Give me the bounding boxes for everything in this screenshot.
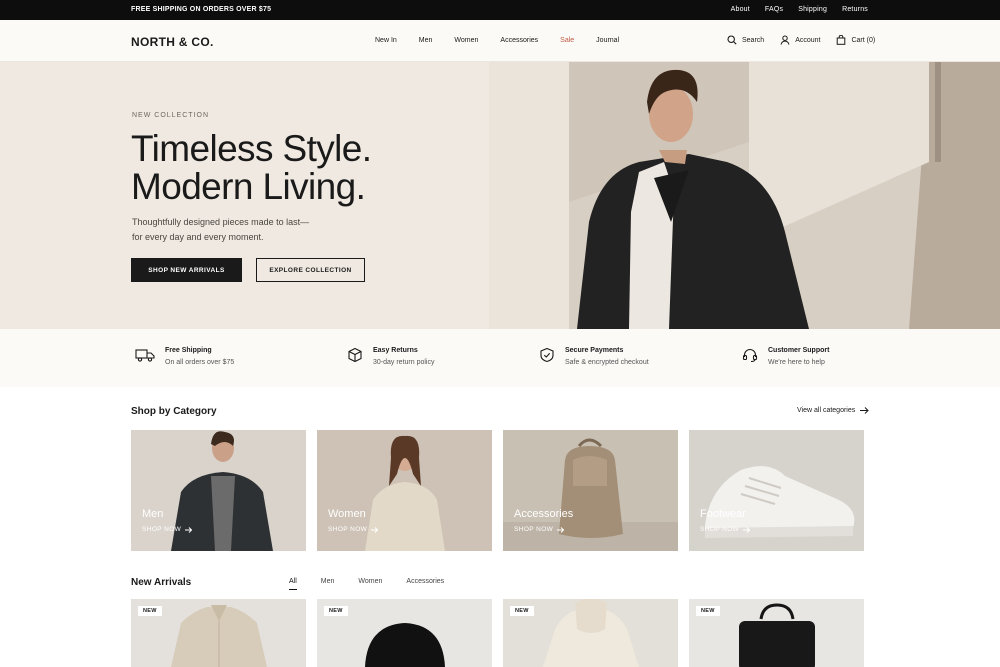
tab-women[interactable]: Women <box>358 578 382 590</box>
link-shipping[interactable]: Shipping <box>798 6 827 13</box>
shop-now-link[interactable]: SHOP NOW <box>700 526 751 533</box>
bag-icon <box>837 35 846 45</box>
tab-accessories[interactable]: Accessories <box>406 578 444 590</box>
arrow-right-icon <box>371 526 379 533</box>
menu-women[interactable]: Women <box>454 37 478 44</box>
arrivals-filter-tabs: All Men Women Accessories <box>289 578 468 590</box>
view-all-categories-link[interactable]: View all categories <box>797 407 869 414</box>
feature-subtitle: We're here to help <box>768 359 825 366</box>
menu-men[interactable]: Men <box>419 37 433 44</box>
cart-label: Cart (0) <box>851 36 876 44</box>
main-header: NORTH & CO. New In Men Women Accessories… <box>0 20 1000 62</box>
shop-now-label: SHOP NOW <box>700 526 740 533</box>
feature-title: Secure Payments <box>565 347 624 354</box>
feature-title: Easy Returns <box>373 347 418 354</box>
main-menu: New In Men Women Accessories Sale Journa… <box>375 37 641 44</box>
brand-logo[interactable]: NORTH & CO. <box>131 35 214 49</box>
category-label: Footwear <box>700 508 746 520</box>
arrivals-section-title: New Arrivals <box>131 577 192 588</box>
hero-headline: Timeless Style. Modern Living. <box>131 128 372 207</box>
feature-customer-support: Customer Support We're here to help <box>742 347 829 366</box>
box-icon <box>348 347 362 363</box>
hero-subtitle: Thoughtfully designed pieces made to las… <box>132 215 332 245</box>
shop-now-link[interactable]: SHOP NOW <box>328 526 379 533</box>
account-button[interactable]: Account <box>780 35 820 45</box>
hero-subtitle-line1: Thoughtfully designed pieces made to las… <box>132 217 310 227</box>
search-icon <box>727 35 737 45</box>
search-label: Search <box>742 36 765 44</box>
product-card-bag[interactable]: NEW <box>689 599 864 667</box>
announcement-bar: FREE SHIPPING ON ORDERS OVER $75 About F… <box>0 0 1000 20</box>
category-label: Accessories <box>514 508 574 520</box>
shop-now-link[interactable]: SHOP NOW <box>514 526 565 533</box>
new-badge: NEW <box>696 606 720 616</box>
product-card-shirt[interactable]: NEW <box>131 599 306 667</box>
feature-easy-returns: Easy Returns 30-day return policy <box>347 347 434 366</box>
headset-icon <box>742 349 758 363</box>
feature-free-shipping: Free Shipping On all orders over $75 <box>135 347 234 366</box>
feature-secure-payments: Secure Payments Safe & encrypted checkout <box>539 347 649 366</box>
menu-sale[interactable]: Sale <box>560 37 574 44</box>
feature-subtitle: On all orders over $75 <box>165 359 235 366</box>
shop-now-label: SHOP NOW <box>328 526 368 533</box>
hero-headline-line1: Timeless Style. <box>131 128 372 169</box>
tab-all[interactable]: All <box>289 578 297 590</box>
link-about[interactable]: About <box>731 6 750 13</box>
category-card-footwear[interactable]: Footwear SHOP NOW <box>689 430 864 551</box>
feature-subtitle: 30-day return policy <box>373 359 435 366</box>
menu-journal[interactable]: Journal <box>596 37 619 44</box>
feature-title: Customer Support <box>768 347 830 354</box>
category-card-women[interactable]: Women SHOP NOW <box>317 430 492 551</box>
link-faqs[interactable]: FAQs <box>765 6 783 13</box>
arrow-right-icon <box>185 526 193 533</box>
utility-links: About FAQs Shipping Returns <box>731 6 868 13</box>
account-label: Account <box>795 36 821 44</box>
category-section-title: Shop by Category <box>131 406 217 417</box>
search-button[interactable]: Search <box>727 35 764 45</box>
shop-now-label: SHOP NOW <box>142 526 182 533</box>
user-icon <box>780 35 790 45</box>
menu-new-in[interactable]: New In <box>375 37 397 44</box>
promo-text: FREE SHIPPING ON ORDERS OVER $75 <box>131 6 272 13</box>
new-badge: NEW <box>324 606 348 616</box>
shop-now-link[interactable]: SHOP NOW <box>142 526 193 533</box>
new-badge: NEW <box>138 606 162 616</box>
product-card-cap[interactable]: NEW <box>317 599 492 667</box>
shop-new-arrivals-button[interactable]: SHOP NEW ARRIVALS <box>131 258 242 282</box>
arrow-right-icon <box>557 526 565 533</box>
menu-accessories[interactable]: Accessories <box>500 37 538 44</box>
category-card-accessories[interactable]: Accessories SHOP NOW <box>503 430 678 551</box>
hero-banner: NEW COLLECTION Timeless Style. Modern Liv… <box>0 62 1000 329</box>
arrow-right-icon <box>743 526 751 533</box>
category-label: Men <box>142 508 164 520</box>
new-badge: NEW <box>510 606 534 616</box>
hero-eyebrow: NEW COLLECTION <box>132 112 210 119</box>
hero-model-image <box>489 62 1000 329</box>
hero-subtitle-line2: for every day and every moment. <box>132 232 264 242</box>
shield-icon <box>540 347 554 363</box>
arrow-right-icon <box>860 407 869 414</box>
link-returns[interactable]: Returns <box>842 6 868 13</box>
category-label: Women <box>328 508 366 520</box>
hero-headline-line2: Modern Living. <box>131 166 366 207</box>
cart-button[interactable]: Cart (0) <box>836 35 875 45</box>
category-card-men[interactable]: Men SHOP NOW <box>131 430 306 551</box>
header-utilities: Search Account Cart (0) <box>727 35 891 45</box>
product-card-hoodie[interactable]: NEW <box>503 599 678 667</box>
explore-collection-button[interactable]: EXPLORE COLLECTION <box>256 258 365 282</box>
shop-now-label: SHOP NOW <box>514 526 554 533</box>
feature-title: Free Shipping <box>165 347 212 354</box>
feature-subtitle: Safe & encrypted checkout <box>565 359 649 366</box>
tab-men[interactable]: Men <box>321 578 335 590</box>
features-strip: Free Shipping On all orders over $75 Easy… <box>0 329 1000 387</box>
truck-icon <box>135 349 155 362</box>
view-all-label: View all categories <box>797 407 856 414</box>
